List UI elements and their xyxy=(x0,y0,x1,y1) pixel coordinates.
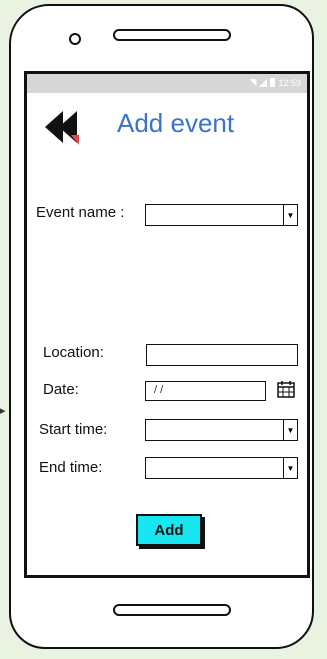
back-icon[interactable] xyxy=(43,107,85,147)
status-bar: ◥ 12:59 xyxy=(27,74,307,93)
chevron-down-icon[interactable]: ▼ xyxy=(283,205,297,225)
home-button[interactable] xyxy=(113,604,231,616)
end-time-select[interactable]: ▼ xyxy=(145,457,298,479)
start-time-select[interactable]: ▼ xyxy=(145,419,298,441)
date-placeholder: / / xyxy=(154,384,164,396)
speaker xyxy=(113,29,231,41)
status-time: 12:59 xyxy=(278,77,301,88)
chevron-down-icon[interactable]: ▼ xyxy=(283,420,297,440)
start-time-label: Start time: xyxy=(39,421,108,438)
chevron-down-icon[interactable]: ▼ xyxy=(283,458,297,478)
signal-icon xyxy=(259,78,268,87)
location-label: Location: xyxy=(43,344,104,361)
add-button[interactable]: Add xyxy=(136,514,202,546)
status-icons: ◥ 12:59 xyxy=(250,77,301,88)
page-title: Add event xyxy=(117,108,235,138)
camera xyxy=(69,33,81,45)
event-name-input[interactable]: ▼ xyxy=(145,204,298,226)
end-time-label: End time: xyxy=(39,459,103,476)
date-label: Date: xyxy=(43,381,79,398)
location-input[interactable] xyxy=(146,344,298,366)
screen: ◥ 12:59 Add event Event name : ▼ Locatio… xyxy=(24,71,310,578)
arrow-icon: ▸ xyxy=(0,405,6,417)
battery-icon xyxy=(270,78,276,87)
calendar-icon[interactable] xyxy=(277,380,295,398)
event-name-label: Event name : xyxy=(36,204,125,221)
wifi-icon: ◥ xyxy=(249,77,257,87)
date-input[interactable]: / / xyxy=(145,381,266,401)
